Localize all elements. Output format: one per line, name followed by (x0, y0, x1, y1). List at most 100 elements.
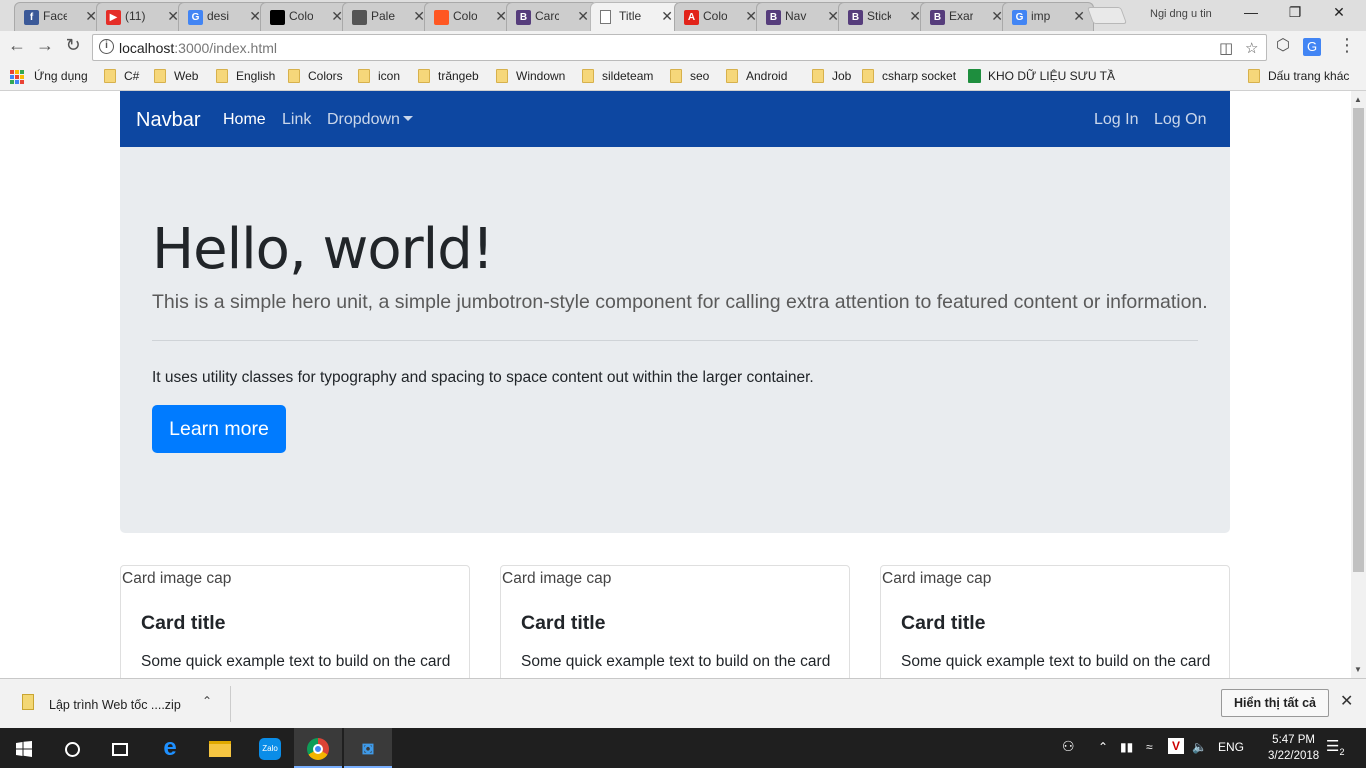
battery-icon[interactable]: ▮▮ (1120, 740, 1133, 754)
reload-icon[interactable]: ↻ (62, 35, 84, 56)
v-app-icon[interactable]: V (1168, 738, 1184, 754)
card-image-alt-text: Card image cap (122, 570, 232, 587)
chevron-up-icon[interactable]: ⌃ (1098, 740, 1108, 754)
tab[interactable]: Title ✕ (590, 2, 682, 31)
bookmark-item[interactable]: csharp socket (862, 69, 956, 83)
zalo-icon[interactable]: Zalo (246, 728, 294, 768)
scroll-down-icon[interactable]: ▼ (1354, 665, 1362, 674)
tab-title: Colo (289, 9, 313, 23)
tab[interactable]: A Colo ✕ (674, 2, 766, 31)
zip-file-icon (22, 694, 34, 710)
tab[interactable]: fFace✕ (14, 2, 106, 31)
notifications-icon[interactable]: ☰2 (1326, 737, 1344, 757)
nav-link-link[interactable]: Link (282, 111, 311, 129)
bookmark-item[interactable]: English (216, 69, 275, 83)
edge-icon[interactable]: e (146, 728, 194, 768)
google-icon: G (188, 10, 203, 25)
close-icon[interactable]: ✕ (1340, 691, 1353, 711)
minimize-button[interactable]: — (1236, 4, 1266, 20)
folder-icon (1248, 69, 1260, 83)
new-tab-button[interactable] (1086, 7, 1128, 24)
tab-close-icon[interactable]: ✕ (1073, 8, 1085, 24)
chrome-icon[interactable] (294, 728, 342, 768)
bookmark-item[interactable]: Web (154, 69, 198, 83)
bookmark-item[interactable]: icon (358, 69, 400, 83)
bookmark-item[interactable]: Windown (496, 69, 565, 83)
download-item[interactable]: Lập trình Web tốc ....zip ⌃ (16, 688, 230, 720)
bootstrap-icon: B (930, 10, 945, 25)
bookmark-item[interactable]: Android (726, 69, 787, 83)
extension-icon[interactable]: ⬡ (1272, 35, 1294, 55)
scrollbar-thumb[interactable] (1353, 108, 1364, 572)
tab[interactable]: Gdesi ✕ (178, 2, 270, 31)
volume-icon[interactable]: 🔈 (1192, 740, 1207, 754)
bookmark-item[interactable]: Ứng dụng (10, 69, 88, 84)
site-info-icon[interactable]: i (99, 39, 114, 54)
bookmark-item[interactable]: Job (812, 69, 851, 83)
bookmark-item[interactable]: KHO DỮ LIỆU SƯU TẦ (968, 69, 1115, 83)
search-circle-icon[interactable] (48, 728, 96, 768)
maximize-button[interactable]: ❐ (1280, 4, 1310, 21)
task-view-icon[interactable] (96, 728, 144, 768)
bookmark-item[interactable]: Colors (288, 69, 343, 83)
jumbotron-heading: Hello, world! (152, 217, 494, 282)
windows-start-icon[interactable] (0, 728, 48, 768)
chevron-up-icon[interactable]: ⌃ (202, 694, 212, 708)
other-bookmarks[interactable]: Dấu trang khác (1248, 69, 1349, 83)
nav-dropdown[interactable]: Dropdown (327, 111, 413, 129)
tab[interactable]: B Exar ✕ (920, 2, 1012, 31)
translate-icon[interactable]: ◫ (1219, 39, 1233, 57)
tab[interactable]: Gimp ✕ (1002, 2, 1094, 31)
google-translate-extension-icon[interactable]: G (1303, 38, 1321, 56)
forward-icon[interactable]: → (34, 35, 56, 56)
bookmark-item[interactable]: seo (670, 69, 709, 83)
bookmark-item[interactable]: C# (104, 69, 139, 83)
folder-icon (812, 69, 824, 83)
page-scrollbar[interactable]: ▲ ▼ (1351, 91, 1366, 678)
navbar-brand[interactable]: Navbar (136, 109, 200, 132)
folder-icon (418, 69, 430, 83)
people-icon[interactable]: ⚇ (1062, 738, 1075, 755)
tab-title: imp (1031, 9, 1051, 23)
tab[interactable]: Colo ✕ (260, 2, 352, 31)
scroll-up-icon[interactable]: ▲ (1354, 95, 1362, 104)
tab-close-icon[interactable]: ✕ (577, 8, 589, 24)
tab[interactable]: B Stick ✕ (838, 2, 930, 31)
bootstrap-icon: B (516, 10, 531, 25)
tab-title: Carc (535, 9, 559, 23)
bookmark-item[interactable]: trăngeb (418, 69, 479, 83)
tab[interactable]: B Nav ✕ (756, 2, 848, 31)
show-all-downloads-button[interactable]: Hiển thị tất cả (1221, 689, 1329, 717)
address-bar[interactable]: i localhost:3000/index.html ◫ ☆ (92, 34, 1267, 61)
tab[interactable]: Colo ✕ (424, 2, 516, 31)
bookmark-label: Android (746, 69, 788, 83)
nav-link-home[interactable]: Home (223, 111, 266, 129)
menu-icon[interactable]: ⋮ (1336, 35, 1358, 56)
close-window-button[interactable]: ✕ (1324, 4, 1354, 21)
bookmark-item[interactable]: sildeteam (582, 69, 653, 83)
bookmark-star-icon[interactable]: ☆ (1245, 39, 1258, 57)
clock[interactable]: 5:47 PM 3/22/2018 (1268, 732, 1319, 764)
learn-more-button[interactable]: Learn more (152, 405, 286, 453)
vscode-icon[interactable]: ⧇ (344, 728, 392, 768)
language-indicator[interactable]: ENG (1218, 740, 1244, 754)
file-explorer-icon[interactable] (196, 728, 244, 768)
back-icon[interactable]: ← (6, 35, 28, 56)
bookmark-label: English (236, 69, 276, 83)
bookmark-label: Windown (516, 69, 566, 83)
profile-name[interactable]: Ngi dng u tin (1150, 8, 1212, 20)
nav-link-log-in[interactable]: Log In (1094, 111, 1138, 129)
tab-close-icon[interactable]: ✕ (661, 8, 673, 24)
nav-link-log-on[interactable]: Log On (1154, 111, 1206, 129)
bookmark-label: csharp socket (882, 69, 957, 83)
wifi-icon[interactable]: ≈ (1146, 740, 1153, 754)
color-wheel-icon (434, 10, 449, 25)
card-image-alt: Card image cap (881, 570, 991, 588)
other-bookmarks-label: Dấu trang khác (1268, 69, 1350, 83)
tab[interactable]: Pale ✕ (342, 2, 434, 31)
folder-icon (582, 69, 594, 83)
apps-grid-icon (10, 70, 24, 84)
tab[interactable]: ▶ (11) ✕ (96, 2, 188, 31)
tab[interactable]: B Carc ✕ (506, 2, 598, 31)
folder-icon (670, 69, 682, 83)
